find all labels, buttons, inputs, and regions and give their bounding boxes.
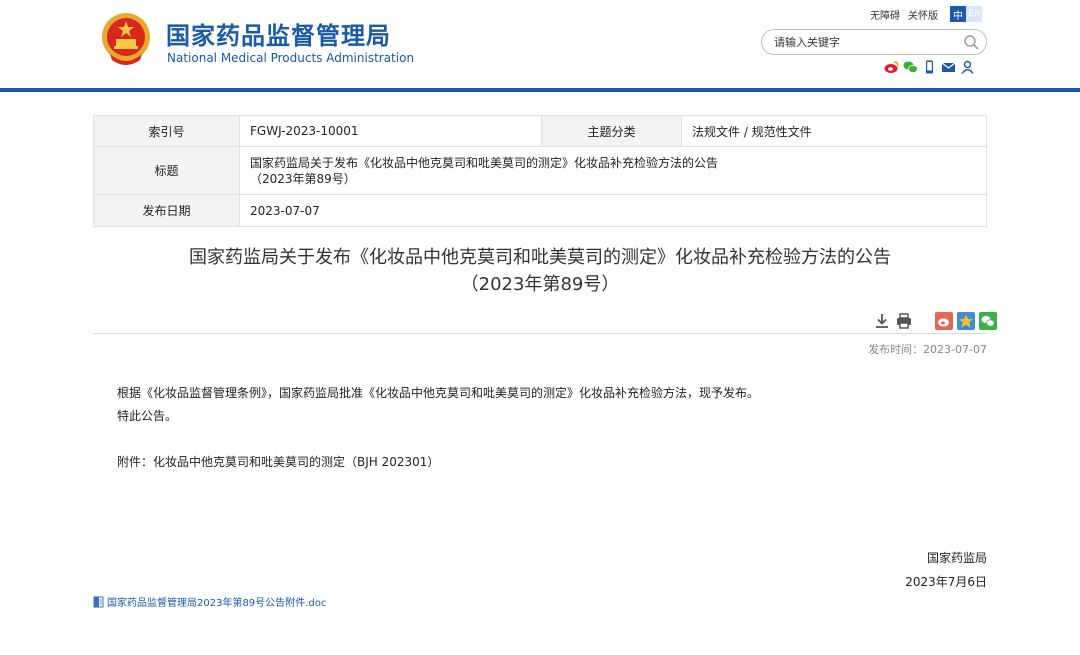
table-row: 索引号 FGWJ-2023-10001 主题分类 法规文件 / 规范性文件 — [93, 115, 987, 147]
table-row: 发布日期 2023-07-07 — [93, 194, 987, 227]
article-title: 国家药监局关于发布《化妆品中他克莫司和吡美莫司的测定》化妆品补充检验方法的公告 … — [93, 244, 987, 298]
article-paragraph: 特此公告。 — [117, 409, 178, 423]
search-box — [761, 29, 987, 55]
weibo-icon[interactable] — [884, 60, 899, 74]
article-paragraph: 根据《化妆品监督管理条例》，国家药监局批准《化妆品中他克莫司和吡美莫司的测定》化… — [117, 386, 760, 400]
article-body: 根据《化妆品监督管理条例》，国家药监局批准《化妆品中他克莫司和吡美莫司的测定》化… — [117, 382, 977, 428]
document-meta-table: 索引号 FGWJ-2023-10001 主题分类 法规文件 / 规范性文件 标题… — [93, 115, 987, 227]
lang-zh-button[interactable]: 中 — [950, 6, 966, 22]
search-input[interactable] — [774, 34, 954, 51]
social-links — [884, 60, 975, 74]
publish-time: 发布时间：2023-07-07 — [868, 343, 987, 356]
date-label: 发布日期 — [93, 194, 240, 227]
search-icon[interactable] — [963, 34, 980, 51]
date-value: 2023-07-07 — [239, 194, 987, 227]
top-links: 无障碍 关怀版 中 En — [870, 6, 982, 22]
share-weibo-icon[interactable] — [935, 312, 953, 330]
title-divider — [93, 333, 987, 334]
mobile-icon[interactable] — [922, 60, 937, 74]
category-label: 主题分类 — [541, 115, 682, 147]
wechat-icon[interactable] — [903, 60, 918, 74]
doc-file-icon — [93, 596, 104, 607]
user-icon[interactable] — [960, 60, 975, 74]
article-title-line1: 国家药监局关于发布《化妆品中他克莫司和吡美莫司的测定》化妆品补充检验方法的公告 — [189, 247, 891, 268]
title-value-line2: （2023年第89号） — [250, 171, 356, 186]
mail-icon[interactable] — [941, 60, 956, 74]
article-title-line2: （2023年第89号） — [460, 274, 620, 295]
national-emblem-icon — [102, 13, 150, 65]
title-value: 国家药监局关于发布《化妆品中他克莫司和吡美莫司的测定》化妆品补充检验方法的公告 … — [239, 146, 987, 195]
site-header: 国家药品监督管理局 National Medical Products Admi… — [0, 0, 1080, 92]
title-value-line1: 国家药监局关于发布《化妆品中他克莫司和吡美莫司的测定》化妆品补充检验方法的公告 — [250, 155, 719, 170]
signer: 国家药监局 — [926, 551, 987, 565]
download-icon[interactable] — [873, 312, 891, 330]
table-row: 标题 国家药监局关于发布《化妆品中他克莫司和吡美莫司的测定》化妆品补充检验方法的… — [93, 146, 987, 195]
index-label: 索引号 — [93, 115, 240, 147]
title-label: 标题 — [93, 146, 240, 195]
share-qzone-icon[interactable] — [957, 312, 975, 330]
attachment-note: 附件：化妆品中他克莫司和吡美莫司的测定（BJH 202301） — [117, 455, 440, 469]
sign-date: 2023年7月6日 — [905, 575, 987, 589]
header-divider — [0, 88, 1080, 92]
index-value: FGWJ-2023-10001 — [239, 115, 542, 147]
site-title[interactable]: 国家药品监督管理局 — [166, 16, 391, 51]
site-subtitle: National Medical Products Administration — [167, 51, 415, 65]
article-tools — [873, 312, 997, 330]
share-wechat-icon[interactable] — [979, 312, 997, 330]
language-switch: 中 En — [950, 6, 982, 22]
accessibility-link[interactable]: 无障碍 — [870, 7, 900, 22]
category-value: 法规文件 / 规范性文件 — [681, 115, 987, 147]
lang-en-button[interactable]: En — [966, 6, 982, 22]
elderly-mode-link[interactable]: 关怀版 — [908, 7, 938, 22]
attachment-download-link[interactable]: 国家药品监督管理局2023年第89号公告附件.doc — [93, 594, 326, 609]
attachment-file-name: 国家药品监督管理局2023年第89号公告附件.doc — [107, 598, 327, 609]
print-icon[interactable] — [895, 312, 913, 330]
